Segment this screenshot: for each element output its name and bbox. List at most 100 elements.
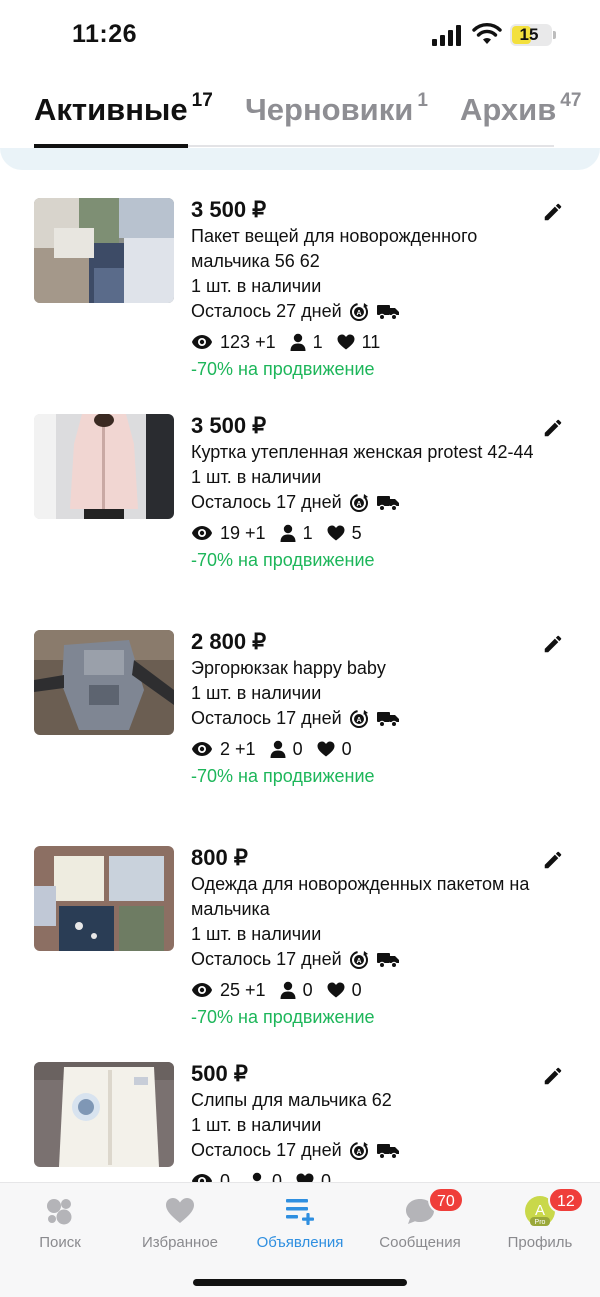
listing-thumbnail[interactable] [34, 846, 174, 951]
status-bar: 11:26 15 [0, 0, 600, 72]
nav-messages-label: Сообщения [379, 1234, 461, 1251]
tab-drafts[interactable]: Черновики 1 [245, 90, 428, 148]
edit-pencil-icon[interactable] [542, 633, 564, 655]
search-dots-icon [47, 1199, 72, 1225]
contacts-person-icon [290, 333, 306, 351]
promo-discount-link[interactable]: -70% на продвижение [191, 545, 541, 575]
nav-profile[interactable]: A Pro 12 Профиль [480, 1183, 600, 1263]
svg-text:A: A [356, 501, 361, 508]
svg-text:A: A [356, 1149, 361, 1156]
listing-card[interactable]: 3 500 ₽ Куртка утепленная женская protest… [0, 386, 600, 602]
nav-messages[interactable]: 70 Сообщения [360, 1183, 480, 1263]
listing-days-row: Осталось 27 дней A [191, 299, 541, 324]
tab-active[interactable]: Активные 17 [34, 90, 213, 148]
auto-renew-icon: A [349, 709, 368, 728]
listing-days-left: Осталось 27 дней [191, 301, 342, 321]
listing-info: 3 500 ₽ Куртка утепленная женская protest… [191, 412, 541, 575]
listing-title[interactable]: Слипы для мальчика 62 [191, 1088, 541, 1113]
listing-title[interactable]: Пакет вещей для новорожденного мальчика … [191, 224, 541, 274]
listing-stats: 0 0 0 [191, 1169, 541, 1182]
listing-stats: 25 +1 0 0 [191, 978, 541, 1002]
contacts-stat: 0 [270, 739, 303, 760]
listing-thumbnail[interactable] [34, 414, 174, 519]
listing-card[interactable]: 3 500 ₽ Пакет вещей для новорожденного ма… [0, 170, 600, 386]
listing-card[interactable]: 2 800 ₽ Эргорюкзак happy baby 1 шт. в нали… [0, 602, 600, 818]
listing-thumbnail[interactable] [34, 198, 174, 303]
contacts-person-icon [280, 981, 296, 999]
promo-discount-link[interactable]: -70% на продвижение [191, 1002, 541, 1032]
delivery-truck-icon [376, 1143, 399, 1159]
promo-discount-link[interactable]: -70% на продвижение [191, 354, 541, 384]
views-delta: +1 [235, 738, 256, 759]
likes-heart-icon [296, 1173, 314, 1182]
listing-price: 500 ₽ [191, 1061, 248, 1086]
contacts-stat: 0 [280, 980, 313, 1001]
likes-count: 0 [351, 979, 362, 1000]
listing-stock: 1 шт. в наличии [191, 1115, 322, 1135]
listing-stats: 2 +1 0 0 [191, 737, 541, 761]
tab-active-label: Активные [34, 92, 188, 127]
likes-count: 0 [341, 738, 352, 759]
views-count: 2 [220, 738, 231, 759]
listing-stats: 19 +1 1 5 [191, 521, 541, 545]
nav-favorites-label: Избранное [141, 1234, 219, 1251]
tab-drafts-label: Черновики [245, 92, 414, 127]
listing-info: 3 500 ₽ Пакет вещей для новорожденного ма… [191, 196, 541, 384]
wifi-icon [472, 23, 502, 44]
heart-icon [166, 1198, 194, 1223]
auto-renew-icon: A [349, 493, 368, 512]
promo-discount-link[interactable]: -70% на продвижение [191, 761, 541, 791]
auto-renew-icon: A [349, 950, 368, 969]
listing-thumbnail[interactable] [34, 630, 174, 735]
listing-price: 3 500 ₽ [191, 197, 267, 222]
listing-stock: 1 шт. в наличии [191, 924, 322, 944]
cellular-signal-icon [432, 24, 462, 46]
listing-title[interactable]: Куртка утепленная женская protest 42-44 [191, 440, 541, 465]
likes-stat: 0 [317, 739, 352, 760]
battery-level: 15 [519, 25, 539, 44]
nav-search[interactable]: Поиск [0, 1183, 120, 1263]
tab-drafts-count: 1 [417, 90, 428, 111]
nav-listings-label: Объявления [256, 1234, 344, 1251]
avatar-letter: A [535, 1202, 545, 1219]
listing-info: 2 800 ₽ Эргорюкзак happy baby 1 шт. в нали… [191, 628, 541, 791]
messages-badge: 70 [428, 1187, 464, 1213]
likes-stat: 0 [296, 1171, 331, 1182]
auto-renew-icon: A [349, 1141, 368, 1160]
likes-heart-icon [317, 741, 335, 757]
tab-archive-label: Архив [460, 92, 557, 127]
edit-pencil-icon[interactable] [542, 201, 564, 223]
listing-card[interactable]: 800 ₽ Одежда для новорожденных пакетом на… [0, 818, 600, 1034]
listing-card[interactable]: 500 ₽ Слипы для мальчика 62 1 шт. в наличи… [0, 1034, 600, 1182]
listing-title[interactable]: Эргорюкзак happy baby [191, 656, 541, 681]
listing-price: 2 800 ₽ [191, 629, 267, 654]
edit-pencil-icon[interactable] [542, 417, 564, 439]
nav-listings[interactable]: Объявления [240, 1183, 360, 1263]
listing-stats: 123 +1 1 11 [191, 330, 541, 354]
edit-pencil-icon[interactable] [542, 1065, 564, 1087]
status-time: 11:26 [72, 20, 138, 48]
listing-stock: 1 шт. в наличии [191, 683, 322, 703]
contacts-count: 0 [272, 1170, 283, 1183]
listing-days-left: Осталось 17 дней [191, 949, 342, 969]
delivery-truck-icon [376, 711, 399, 727]
auto-renew-icon: A [349, 302, 368, 321]
listing-thumbnail[interactable] [34, 1062, 174, 1167]
contacts-count: 0 [302, 979, 313, 1000]
nav-favorites[interactable]: Избранное [120, 1183, 240, 1263]
views-stat: 25 +1 [191, 980, 266, 1001]
edit-pencil-icon[interactable] [542, 849, 564, 871]
tab-archive-count: 47 [560, 90, 582, 111]
contacts-person-icon [280, 524, 296, 542]
views-count: 19 [220, 522, 241, 543]
battery-icon: 15 [510, 24, 556, 46]
views-delta: +1 [255, 331, 276, 352]
views-count: 0 [220, 1170, 231, 1183]
delivery-truck-icon [376, 304, 399, 320]
listings-list[interactable]: 3 500 ₽ Пакет вещей для новорожденного ма… [0, 170, 600, 1182]
views-stat: 19 +1 [191, 523, 266, 544]
tab-archive[interactable]: Архив 47 [460, 90, 582, 148]
views-count: 25 [220, 979, 241, 1000]
listing-title[interactable]: Одежда для новорожденных пакетом на маль… [191, 872, 541, 922]
views-stat: 0 [191, 1170, 235, 1183]
